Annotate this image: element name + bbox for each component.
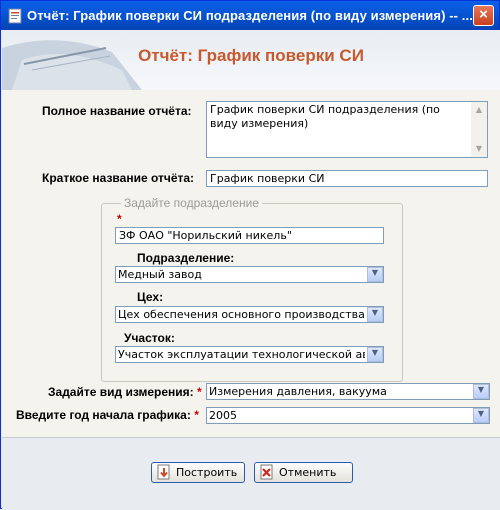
division-group-legend: Задайте подразделение — [121, 196, 262, 210]
start-year-value: 2005 — [209, 409, 237, 422]
short-name-input[interactable]: График поверки СИ — [206, 170, 488, 187]
cancel-icon — [260, 464, 273, 480]
chevron-down-icon[interactable]: ▼ — [367, 307, 383, 322]
cancel-button[interactable]: Отменить — [254, 462, 353, 483]
close-button[interactable]: × — [473, 5, 494, 26]
measure-type-label: Задайте вид измерения: * — [48, 385, 202, 399]
section-select[interactable]: Участок эксплуатации технологической авт… — [115, 346, 384, 363]
window-title: Отчёт: График поверки СИ подразделения (… — [27, 8, 473, 23]
textarea-scrollbar[interactable]: ▲ ▼ — [471, 102, 487, 157]
report-icon — [8, 8, 22, 24]
report-form: Полное название отчёта: График поверки С… — [2, 90, 500, 437]
build-button-label: Построить — [176, 466, 238, 479]
division-value: Медный завод — [118, 268, 202, 281]
dialog-window: Отчёт: График поверки СИ подразделения (… — [0, 0, 500, 510]
chevron-down-icon[interactable]: ▼ — [473, 384, 489, 399]
title-bar[interactable]: Отчёт: График поверки СИ подразделения (… — [1, 1, 499, 30]
short-name-label: Краткое название отчёта: — [42, 171, 195, 185]
start-year-label-text: Введите год начала графика: — [16, 408, 191, 422]
scroll-down-icon[interactable]: ▼ — [471, 141, 487, 157]
start-year-select[interactable]: 2005 ▼ — [206, 407, 490, 424]
section-label: Участок: — [124, 331, 175, 345]
full-name-text: График поверки СИ подразделения (по виду… — [210, 103, 440, 130]
section-value: Участок эксплуатации технологической авт… — [118, 348, 365, 361]
measure-type-value: Измерения давления, вакуума — [209, 385, 387, 398]
division-select[interactable]: Медный завод ▼ — [115, 266, 384, 283]
measure-type-select[interactable]: Измерения давления, вакуума ▼ — [206, 383, 490, 400]
button-bar: Построить Отменить — [2, 437, 500, 510]
chevron-down-icon[interactable]: ▼ — [473, 408, 489, 423]
division-group: Задайте подразделение * ЗФ ОАО "Норильск… — [101, 196, 403, 382]
chevron-down-icon[interactable]: ▼ — [367, 267, 383, 282]
report-header: Отчёт: График поверки СИ — [2, 30, 500, 90]
division-label: Подразделение: — [137, 251, 235, 265]
page-title: Отчёт: График поверки СИ — [138, 46, 364, 65]
build-button[interactable]: Построить — [151, 462, 245, 483]
measure-type-label-text: Задайте вид измерения: — [48, 385, 194, 399]
scroll-up-icon[interactable]: ▲ — [471, 102, 487, 118]
required-mark: * — [194, 408, 199, 422]
required-mark: * — [117, 212, 122, 226]
company-input[interactable]: ЗФ ОАО "Норильский никель" — [115, 227, 384, 244]
start-year-label: Введите год начала графика: * — [16, 408, 199, 422]
chevron-down-icon[interactable]: ▼ — [367, 347, 383, 362]
build-report-icon — [157, 464, 170, 480]
shop-label: Цех: — [137, 290, 164, 304]
shop-select[interactable]: Цех обеспечения основного производства ▼ — [115, 306, 384, 323]
cancel-button-label: Отменить — [279, 466, 337, 479]
required-mark: * — [197, 385, 202, 399]
full-name-textarea[interactable]: График поверки СИ подразделения (по виду… — [206, 101, 488, 158]
full-name-label: Полное название отчёта: — [42, 104, 192, 118]
shop-value: Цех обеспечения основного производства — [118, 308, 365, 321]
